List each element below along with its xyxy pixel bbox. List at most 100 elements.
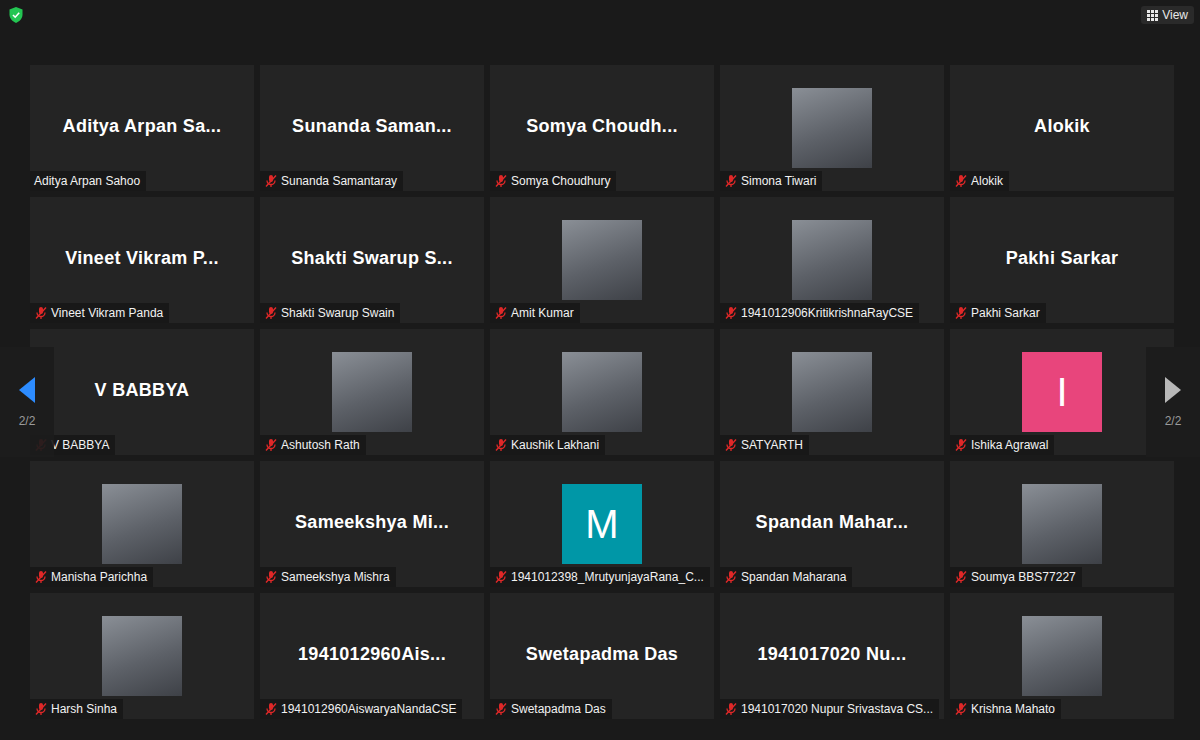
- name-tag: SATYARTH: [720, 435, 809, 455]
- participant-tile[interactable]: Soumya BBS77227: [950, 461, 1174, 587]
- name-tag-text: 1941012960AiswaryaNandaCSE: [281, 702, 456, 716]
- name-tag: 1941012906KritikrishnaRayCSE: [720, 303, 919, 323]
- shield-icon[interactable]: [8, 6, 24, 24]
- participant-tile[interactable]: Spandan Mahar...Spandan Maharana: [720, 461, 944, 587]
- muted-mic-icon: [494, 702, 508, 716]
- muted-mic-icon: [724, 438, 738, 452]
- participant-tile[interactable]: Pakhi SarkarPakhi Sarkar: [950, 197, 1174, 323]
- participant-tile[interactable]: Ashutosh Rath: [260, 329, 484, 455]
- arrow-left-icon[interactable]: [18, 376, 36, 404]
- name-tag: Ashutosh Rath: [260, 435, 366, 455]
- muted-mic-icon: [264, 702, 278, 716]
- name-tag-text: Spandan Maharana: [741, 570, 846, 584]
- participant-tile[interactable]: Krishna Mahato: [950, 593, 1174, 719]
- participant-tile[interactable]: Vineet Vikram P... Vineet Vikram Panda: [30, 197, 254, 323]
- name-tag-text: 1941012398_MrutyunjayaRana_C...: [511, 570, 704, 584]
- participant-tile[interactable]: Harsh Sinha: [30, 593, 254, 719]
- name-tag: Simona Tiwari: [720, 171, 822, 191]
- muted-mic-icon: [954, 174, 968, 188]
- name-tag: Swetapadma Das: [490, 699, 612, 719]
- name-tag-text: 1941012906KritikrishnaRayCSE: [741, 306, 913, 320]
- name-tag-text: Simona Tiwari: [741, 174, 816, 188]
- name-tag: Kaushik Lakhani: [490, 435, 605, 455]
- name-tag: Aditya Arpan Sahoo: [30, 171, 146, 191]
- name-tag: Manisha Parichha: [30, 567, 153, 587]
- participant-tile[interactable]: Simona Tiwari: [720, 65, 944, 191]
- participant-name: 1941012960Ais...: [292, 644, 452, 665]
- muted-mic-icon: [34, 570, 48, 584]
- participant-tile[interactable]: IIshika Agrawal: [950, 329, 1174, 455]
- arrow-right-icon[interactable]: [1164, 376, 1182, 404]
- name-tag: Amit Kumar: [490, 303, 580, 323]
- name-tag: 1941012398_MrutyunjayaRana_C...: [490, 567, 710, 587]
- participant-name: Alokik: [1028, 116, 1096, 137]
- name-tag-text: Amit Kumar: [511, 306, 574, 320]
- participant-tile[interactable]: 1941012960Ais... 1941012960AiswaryaNandaC…: [260, 593, 484, 719]
- name-tag: Krishna Mahato: [950, 699, 1061, 719]
- participant-name: Aditya Arpan Sa...: [57, 116, 228, 137]
- participant-tile[interactable]: SATYARTH: [720, 329, 944, 455]
- name-tag-text: Alokik: [971, 174, 1003, 188]
- name-tag: Alokik: [950, 171, 1009, 191]
- muted-mic-icon: [494, 306, 508, 320]
- participant-tile[interactable]: 1941012906KritikrishnaRayCSE: [720, 197, 944, 323]
- name-tag-text: Aditya Arpan Sahoo: [34, 174, 140, 188]
- muted-mic-icon: [264, 438, 278, 452]
- name-tag-text: 1941017020 Nupur Srivastava CS...: [741, 702, 933, 716]
- muted-mic-icon: [264, 174, 278, 188]
- profile-photo: [562, 220, 642, 300]
- name-tag-text: Kaushik Lakhani: [511, 438, 599, 452]
- participant-tile[interactable]: Manisha Parichha: [30, 461, 254, 587]
- top-bar: View: [0, 0, 1200, 65]
- participant-tile[interactable]: Swetapadma Das Swetapadma Das: [490, 593, 714, 719]
- name-tag: Shakti Swarup Swain: [260, 303, 400, 323]
- name-tag-text: Swetapadma Das: [511, 702, 606, 716]
- participant-name: Somya Choudh...: [520, 116, 684, 137]
- participant-name: 1941017020 Nu...: [752, 644, 913, 665]
- name-tag: Vineet Vikram Panda: [30, 303, 169, 323]
- participant-name: V BABBYA: [89, 380, 196, 401]
- previous-page-button[interactable]: 2/2: [0, 347, 54, 457]
- participant-name: Swetapadma Das: [520, 644, 684, 665]
- participant-tile[interactable]: Kaushik Lakhani: [490, 329, 714, 455]
- participant-tile[interactable]: M1941012398_MrutyunjayaRana_C...: [490, 461, 714, 587]
- meeting-window: View Aditya Arpan Sa... Aditya Arpan Sahoo…: [0, 0, 1200, 740]
- participant-tile[interactable]: Alokik Alokik: [950, 65, 1174, 191]
- muted-mic-icon: [954, 702, 968, 716]
- participant-tile[interactable]: Aditya Arpan Sa... Aditya Arpan Sahoo: [30, 65, 254, 191]
- name-tag-text: Shakti Swarup Swain: [281, 306, 394, 320]
- participant-name: Vineet Vikram P...: [59, 248, 225, 269]
- gallery-grid: Aditya Arpan Sa... Aditya Arpan Sahoo Suna…: [0, 65, 1200, 719]
- muted-mic-icon: [954, 306, 968, 320]
- name-tag-text: Pakhi Sarkar: [971, 306, 1040, 320]
- muted-mic-icon: [724, 174, 738, 188]
- name-tag: Spandan Maharana: [720, 567, 852, 587]
- participant-tile[interactable]: Sameekshya Mi...Sameekshya Mishra: [260, 461, 484, 587]
- name-tag-text: Sunanda Samantaray: [281, 174, 397, 188]
- muted-mic-icon: [724, 570, 738, 584]
- name-tag-text: Manisha Parichha: [51, 570, 147, 584]
- name-tag: Harsh Sinha: [30, 699, 123, 719]
- participant-tile[interactable]: Sunanda Saman...Sunanda Samantaray: [260, 65, 484, 191]
- muted-mic-icon: [34, 306, 48, 320]
- profile-photo: [1022, 616, 1102, 696]
- name-tag-text: Ashutosh Rath: [281, 438, 360, 452]
- name-tag-text: Krishna Mahato: [971, 702, 1055, 716]
- name-tag-text: SATYARTH: [741, 438, 803, 452]
- name-tag-text: Ishika Agrawal: [971, 438, 1048, 452]
- muted-mic-icon: [494, 570, 508, 584]
- view-button[interactable]: View: [1141, 6, 1194, 24]
- name-tag-text: Soumya BBS77227: [971, 570, 1076, 584]
- participant-tile[interactable]: Shakti Swarup S...Shakti Swarup Swain: [260, 197, 484, 323]
- participant-tile[interactable]: V BABBYAV BABBYA: [30, 329, 254, 455]
- name-tag: Soumya BBS77227: [950, 567, 1082, 587]
- name-tag: 1941012960AiswaryaNandaCSE: [260, 699, 462, 719]
- participant-tile[interactable]: Somya Choudh... Somya Choudhury: [490, 65, 714, 191]
- name-tag: Somya Choudhury: [490, 171, 616, 191]
- participant-tile[interactable]: 1941017020 Nu... 1941017020 Nupur Srivast…: [720, 593, 944, 719]
- participant-tile[interactable]: Amit Kumar: [490, 197, 714, 323]
- name-tag: 1941017020 Nupur Srivastava CS...: [720, 699, 939, 719]
- name-tag-text: Vineet Vikram Panda: [51, 306, 163, 320]
- profile-photo: [1022, 484, 1102, 564]
- next-page-button[interactable]: 2/2: [1146, 347, 1200, 457]
